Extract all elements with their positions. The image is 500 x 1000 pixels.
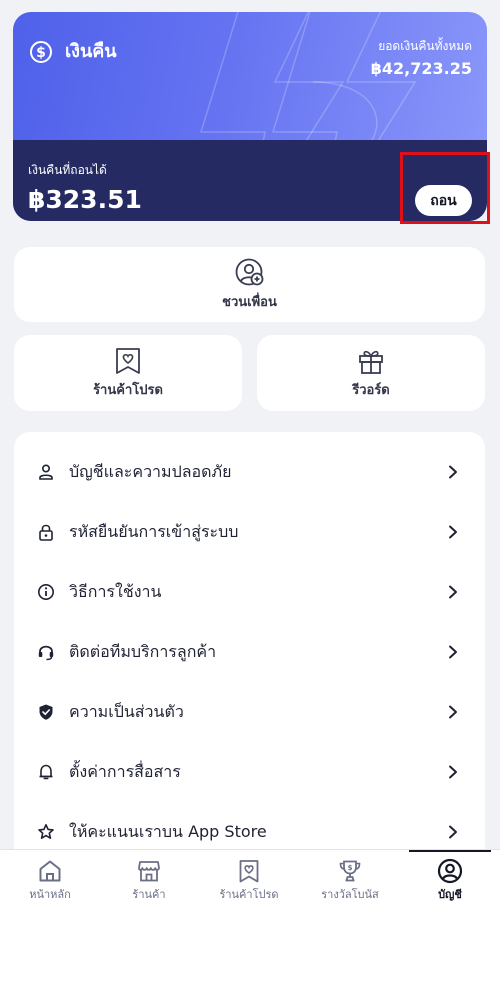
home-icon: [39, 860, 61, 882]
dollar-coin-icon: $: [30, 41, 52, 63]
withdrawable-section: เงินคืนที่ถอนได้ ฿323.51 ถอน: [13, 140, 487, 221]
home-indicator-area: [0, 913, 500, 1000]
cashback-summary: $ เงินคืน ยอดเงินคืนทั้งหมด ฿42,723.25: [13, 12, 487, 140]
nav-tab-account[interactable]: บัญชี: [400, 858, 500, 912]
cashback-title: เงินคืน: [65, 41, 117, 62]
headset-icon: [38, 645, 54, 661]
nav-tab-home[interactable]: หน้าหลัก: [0, 858, 100, 912]
person-icon: [39, 464, 53, 480]
menu-item-label: ความเป็นส่วนตัว: [69, 702, 184, 721]
favorite-shop-icon: [239, 860, 259, 883]
nav-tab-label: ร้านค้า: [132, 888, 166, 901]
svg-text:$: $: [348, 864, 353, 872]
nav-tab-label: หน้าหลัก: [29, 888, 71, 901]
chevron-right-icon: [449, 705, 457, 719]
menu-item-label: ให้คะแนนเราบน App Store: [69, 822, 267, 841]
invite-friend-icon: [235, 258, 263, 285]
bottom-navigation: หน้าหลัก ร้านค้า ร้านค้าโปรด $ รางวัลโบน…: [0, 849, 500, 913]
chevron-right-icon: [449, 585, 457, 599]
total-cashback-label: ยอดเงินคืนทั้งหมด: [378, 39, 472, 53]
nav-tab-store[interactable]: ร้านค้า: [99, 858, 199, 912]
star-icon: [38, 824, 54, 839]
menu-item-account-security[interactable]: บัญชีและความปลอดภัย: [14, 442, 485, 502]
nav-tab-label: บัญชี: [438, 888, 462, 901]
menu-item-privacy[interactable]: ความเป็นส่วนตัว: [14, 682, 485, 742]
invite-friends-tile[interactable]: ชวนเพื่อน: [14, 247, 485, 322]
lock-icon: [39, 524, 53, 541]
store-icon: [138, 861, 160, 882]
cashback-card: $ เงินคืน ยอดเงินคืนทั้งหมด ฿42,723.25 เ…: [13, 12, 487, 221]
account-icon: [437, 858, 463, 884]
menu-item-label: บัญชีและความปลอดภัย: [69, 462, 232, 481]
chevron-right-icon: [449, 825, 457, 839]
invite-friends-label: ชวนเพื่อน: [222, 294, 277, 310]
nav-tab-favorite-shops[interactable]: ร้านค้าโปรด: [199, 858, 299, 912]
rewards-tile[interactable]: รีวอร์ด: [257, 335, 485, 411]
withdrawable-label: เงินคืนที่ถอนได้: [28, 163, 107, 177]
chevron-right-icon: [449, 525, 457, 539]
menu-item-label: ตั้งค่าการสื่อสาร: [69, 762, 181, 781]
menu-item-label: วิธีการใช้งาน: [69, 582, 162, 601]
chevron-right-icon: [449, 465, 457, 479]
total-cashback-value: ฿42,723.25: [370, 59, 472, 78]
favorite-shop-icon: [116, 348, 140, 374]
menu-item-label: ติดต่อทีมบริการลูกค้า: [69, 642, 217, 661]
svg-text:$: $: [36, 45, 46, 61]
nav-tab-bonus-rewards[interactable]: $ รางวัลโบนัส: [300, 858, 400, 912]
shield-icon: [39, 704, 53, 720]
menu-item-label: รหัสยืนยันการเข้าสู่ระบบ: [69, 522, 239, 541]
withdrawable-amount: ฿323.51: [28, 185, 142, 214]
gift-icon: [359, 350, 383, 374]
rewards-label: รีวอร์ด: [352, 383, 390, 398]
menu-item-customer-service[interactable]: ติดต่อทีมบริการลูกค้า: [14, 622, 485, 682]
favorite-shops-label: ร้านค้าโปรด: [93, 383, 163, 398]
account-menu: บัญชีและความปลอดภัย รหัสยืนยันการเข้าสู่…: [14, 432, 485, 862]
chevron-right-icon: [449, 645, 457, 659]
menu-item-login-verification[interactable]: รหัสยืนยันการเข้าสู่ระบบ: [14, 502, 485, 562]
menu-item-communication-settings[interactable]: ตั้งค่าการสื่อสาร: [14, 742, 485, 802]
menu-item-how-to-use[interactable]: วิธีการใช้งาน: [14, 562, 485, 622]
trophy-icon: $: [339, 860, 361, 882]
withdraw-button[interactable]: ถอน: [415, 185, 472, 216]
info-icon: [38, 584, 54, 600]
nav-tab-label: รางวัลโบนัส: [321, 888, 379, 901]
active-tab-indicator: [409, 850, 491, 852]
bell-icon: [39, 764, 53, 780]
nav-tab-label: ร้านค้าโปรด: [219, 888, 279, 901]
chevron-right-icon: [449, 765, 457, 779]
favorite-shops-tile[interactable]: ร้านค้าโปรด: [14, 335, 242, 411]
